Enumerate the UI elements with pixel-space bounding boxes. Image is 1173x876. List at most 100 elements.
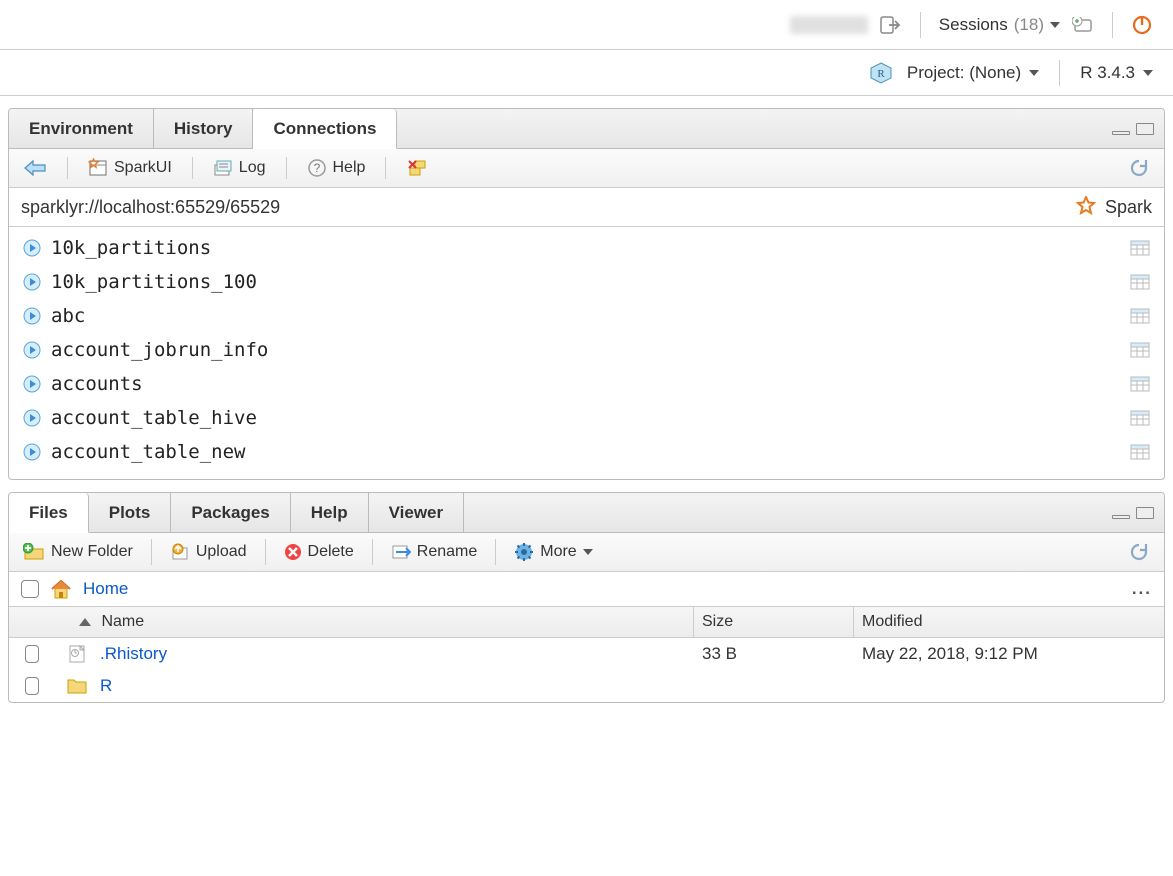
table-row[interactable]: abc	[9, 299, 1164, 333]
project-dropdown[interactable]: Project: (None)	[907, 63, 1039, 83]
breadcrumb-more-icon[interactable]: ...	[1132, 579, 1152, 599]
log-button[interactable]: Log	[209, 157, 270, 179]
table-preview-icon[interactable]	[1130, 444, 1150, 460]
minimize-pane-icon[interactable]	[1112, 515, 1130, 519]
delete-label: Delete	[308, 543, 354, 561]
sparkui-button[interactable]: SparkUI	[84, 156, 176, 180]
disconnect-button[interactable]	[402, 156, 432, 180]
rename-label: Rename	[417, 543, 477, 561]
table-preview-icon[interactable]	[1130, 240, 1150, 256]
separator	[286, 157, 287, 179]
back-button[interactable]	[19, 157, 51, 179]
column-header-size[interactable]: Size	[694, 607, 854, 637]
column-header-name[interactable]: Name	[79, 607, 694, 637]
expand-icon[interactable]	[23, 273, 41, 291]
expand-icon[interactable]	[23, 409, 41, 427]
table-preview-icon[interactable]	[1130, 308, 1150, 324]
separator	[1059, 60, 1060, 86]
table-row[interactable]: account_table_new	[9, 435, 1164, 469]
r-cube-icon[interactable]: R	[869, 61, 893, 85]
signout-icon[interactable]	[880, 15, 902, 35]
upload-button[interactable]: Upload	[166, 541, 251, 563]
row-checkbox[interactable]	[25, 677, 39, 695]
tab-viewer[interactable]: Viewer	[369, 493, 465, 532]
connections-pane: Environment History Connections SparkUI …	[8, 108, 1165, 480]
table-preview-icon[interactable]	[1130, 274, 1150, 290]
files-breadcrumb: Home ...	[9, 572, 1164, 607]
tab-environment[interactable]: Environment	[9, 109, 154, 148]
project-label: Project: (None)	[907, 63, 1021, 83]
sessions-dropdown[interactable]: Sessions (18)	[939, 15, 1060, 35]
rename-button[interactable]: Rename	[387, 541, 481, 563]
table-row[interactable]: 10k_partitions_100	[9, 265, 1164, 299]
separator	[67, 157, 68, 179]
help-button[interactable]: ? Help	[303, 156, 370, 180]
table-name: abc	[51, 305, 85, 327]
more-dropdown[interactable]: More	[510, 540, 596, 564]
connection-url: sparklyr://localhost:65529/65529	[21, 197, 280, 218]
separator	[920, 12, 921, 38]
folder-icon	[39, 677, 94, 695]
tab-plots[interactable]: Plots	[89, 493, 172, 532]
table-preview-icon[interactable]	[1130, 410, 1150, 426]
table-row[interactable]: 10k_partitions	[9, 231, 1164, 265]
separator	[495, 539, 496, 565]
expand-icon[interactable]	[23, 375, 41, 393]
table-preview-icon[interactable]	[1130, 376, 1150, 392]
files-pane: Files Plots Packages Help Viewer New Fol…	[8, 492, 1165, 703]
select-all-checkbox[interactable]	[21, 580, 39, 598]
separator	[265, 539, 266, 565]
minimize-pane-icon[interactable]	[1112, 131, 1130, 135]
refresh-button[interactable]	[1124, 155, 1154, 181]
expand-icon[interactable]	[23, 239, 41, 257]
tab-connections[interactable]: Connections	[253, 109, 397, 149]
table-name: 10k_partitions_100	[51, 271, 257, 293]
row-checkbox[interactable]	[25, 645, 39, 663]
file-row: R	[9, 670, 1164, 702]
sessions-count: (18)	[1014, 15, 1044, 35]
expand-icon[interactable]	[23, 443, 41, 461]
project-toolbar: R Project: (None) R 3.4.3	[0, 50, 1173, 96]
expand-icon[interactable]	[23, 341, 41, 359]
more-label: More	[540, 543, 576, 561]
tab-files[interactable]: Files	[9, 493, 89, 533]
delete-button[interactable]: Delete	[280, 541, 358, 563]
maximize-pane-icon[interactable]	[1136, 123, 1154, 135]
files-tabbar: Files Plots Packages Help Viewer	[9, 493, 1164, 533]
power-icon[interactable]	[1131, 14, 1153, 36]
column-header-modified[interactable]: Modified	[854, 607, 1164, 637]
chevron-down-icon	[1050, 22, 1060, 28]
new-folder-button[interactable]: New Folder	[19, 541, 137, 563]
refresh-button[interactable]	[1124, 539, 1154, 565]
file-name[interactable]: R	[94, 676, 694, 696]
table-row[interactable]: account_table_hive	[9, 401, 1164, 435]
table-name: 10k_partitions	[51, 237, 211, 259]
table-row[interactable]: accounts	[9, 367, 1164, 401]
tab-history[interactable]: History	[154, 109, 254, 148]
table-preview-icon[interactable]	[1130, 342, 1150, 358]
username-obscured	[790, 16, 868, 34]
sort-ascending-icon	[79, 618, 91, 626]
tab-packages[interactable]: Packages	[171, 493, 290, 532]
breadcrumb-home[interactable]: Home	[83, 579, 128, 599]
new-session-icon[interactable]	[1072, 17, 1094, 33]
connections-tables-list: 10k_partitions 10k_partitions_100 abc ac…	[9, 227, 1164, 479]
file-name[interactable]: .Rhistory	[94, 644, 694, 664]
spark-star-icon	[1075, 196, 1097, 218]
chevron-down-icon	[1029, 70, 1039, 76]
chevron-down-icon	[583, 549, 593, 555]
home-icon[interactable]	[49, 578, 73, 600]
expand-icon[interactable]	[23, 307, 41, 325]
r-version-label: R 3.4.3	[1080, 63, 1135, 83]
separator	[192, 157, 193, 179]
table-name: account_table_hive	[51, 407, 257, 429]
global-toolbar: Sessions (18)	[0, 0, 1173, 50]
maximize-pane-icon[interactable]	[1136, 507, 1154, 519]
table-name: accounts	[51, 373, 143, 395]
file-row: .Rhistory 33 B May 22, 2018, 9:12 PM	[9, 638, 1164, 670]
r-version-dropdown[interactable]: R 3.4.3	[1080, 63, 1153, 83]
tab-help[interactable]: Help	[291, 493, 369, 532]
file-size: 33 B	[694, 644, 854, 664]
connection-url-row: sparklyr://localhost:65529/65529 Spark	[9, 188, 1164, 227]
table-row[interactable]: account_jobrun_info	[9, 333, 1164, 367]
